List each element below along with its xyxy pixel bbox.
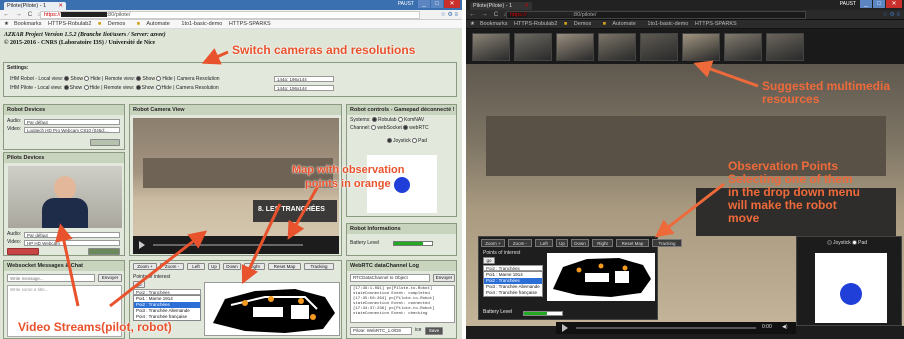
right-screenshot: Pilote(Pilote) - 1 ✕ PAUST _ □ ✕ ← → C ⌂ ht… <box>466 0 904 339</box>
arrow-to-thumbnails <box>693 60 759 88</box>
arrow-to-settings <box>201 48 229 65</box>
annotation-switch-cameras: Switch cameras and resolutions <box>232 43 416 57</box>
arrow-to-map <box>287 185 320 240</box>
annotation-video-streams: Video Streams(pilot, robot) <box>18 320 172 334</box>
left-screenshot: Pilote(Pilote) - 1 ✕ PAUST _ □ ✕ ← → C ⌂ ht… <box>0 0 462 339</box>
annotation-map-line2: points in orange <box>305 178 391 190</box>
arrow-to-poi-menu <box>654 182 725 238</box>
annotation-observation-points: Observation Points Selecting one of them i… <box>728 159 860 225</box>
arrow-to-pilot-video <box>55 223 80 307</box>
arrow-to-robot-video <box>109 230 208 308</box>
arrow-to-map <box>241 203 282 285</box>
annotation-map-line1: Map with observation <box>292 164 405 176</box>
annotation-multimedia: Suggested multimedia resources <box>762 79 891 106</box>
